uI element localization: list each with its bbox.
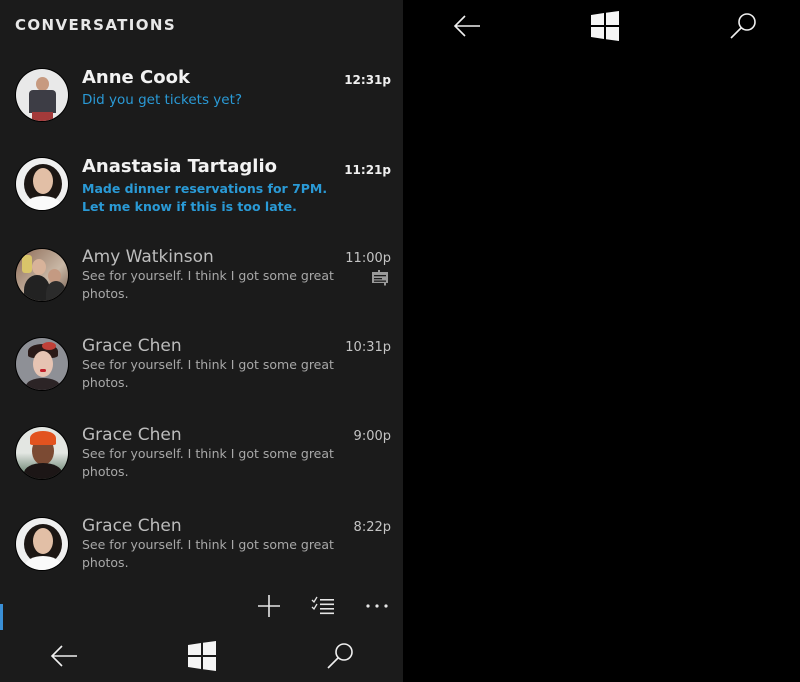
conversation-message: See for yourself. I think I got some gre… bbox=[82, 268, 334, 301]
conversation-time: 8:22p bbox=[353, 520, 391, 535]
conversation-item-anastasia-tartaglio[interactable]: Anastasia Tartaglio Made dinner reservat… bbox=[0, 152, 403, 232]
windows-start-icon bbox=[591, 11, 619, 41]
back-arrow-icon bbox=[453, 15, 480, 37]
conversation-name: Grace Chen bbox=[82, 425, 182, 445]
windows-start-icon bbox=[188, 641, 216, 671]
message-type-icon bbox=[372, 270, 388, 286]
grace-chen-avatar bbox=[15, 337, 69, 391]
conversation-item-grace-chen[interactable]: Grace Chen See for yourself. I think I g… bbox=[0, 334, 403, 414]
grace-chen-avatar bbox=[15, 426, 69, 480]
start-button[interactable] bbox=[184, 640, 220, 672]
conversation-time: 10:31p bbox=[345, 340, 391, 355]
search-button[interactable] bbox=[725, 10, 761, 42]
search-button[interactable] bbox=[322, 640, 358, 672]
navigation-bar-right bbox=[403, 0, 800, 630]
conversation-name: Anne Cook bbox=[82, 67, 190, 88]
conversation-time: 11:00p bbox=[345, 251, 391, 266]
conversation-item-anne-cook[interactable]: Anne Cook Did you get tickets yet? 12:31… bbox=[0, 62, 403, 142]
start-button[interactable] bbox=[587, 10, 623, 42]
amy-watkinson-avatar bbox=[15, 248, 69, 302]
select-button[interactable] bbox=[308, 591, 338, 621]
navigation-bar-left bbox=[0, 630, 403, 682]
more-icon bbox=[366, 604, 388, 608]
conversation-name: Anastasia Tartaglio bbox=[82, 156, 277, 177]
conversation-message: Made dinner reservations for 7PM. Let me… bbox=[82, 181, 328, 214]
more-options-button[interactable] bbox=[362, 591, 392, 621]
back-arrow-icon bbox=[50, 645, 77, 667]
conversation-item-grace-chen[interactable]: Grace Chen See for yourself. I think I g… bbox=[0, 423, 403, 503]
search-icon bbox=[327, 643, 353, 669]
conversation-time: 12:31p bbox=[344, 73, 391, 87]
anastasia-tartaglio-avatar bbox=[15, 157, 69, 211]
back-button[interactable] bbox=[449, 10, 485, 42]
conversation-message: Did you get tickets yet? bbox=[82, 92, 243, 108]
conversation-time: 11:21p bbox=[344, 163, 391, 177]
conversations-panel: CONVERSATIONS Anne Cook Did you get tick… bbox=[0, 0, 403, 682]
anne-cook-avatar bbox=[15, 68, 69, 122]
conversations-title: CONVERSATIONS bbox=[15, 16, 177, 34]
conversation-message: See for yourself. I think I got some gre… bbox=[82, 537, 334, 570]
search-icon bbox=[730, 13, 756, 39]
conversation-name: Amy Watkinson bbox=[82, 247, 214, 267]
conversation-message: See for yourself. I think I got some gre… bbox=[82, 357, 334, 390]
conversation-item-amy-watkinson[interactable]: Amy Watkinson See for yourself. I think … bbox=[0, 245, 403, 325]
grace-chen-avatar bbox=[15, 517, 69, 571]
conversation-name: Grace Chen bbox=[82, 336, 182, 356]
new-conversation-button[interactable] bbox=[254, 591, 284, 621]
select-list-icon bbox=[311, 596, 334, 615]
conversation-item-grace-chen[interactable]: Grace Chen See for yourself. I think I g… bbox=[0, 514, 403, 594]
add-icon bbox=[258, 595, 280, 617]
conversation-message: See for yourself. I think I got some gre… bbox=[82, 446, 334, 479]
conversation-time: 9:00p bbox=[353, 429, 391, 444]
app-bar bbox=[0, 585, 403, 625]
conversation-name: Grace Chen bbox=[82, 516, 182, 536]
back-button[interactable] bbox=[46, 640, 82, 672]
